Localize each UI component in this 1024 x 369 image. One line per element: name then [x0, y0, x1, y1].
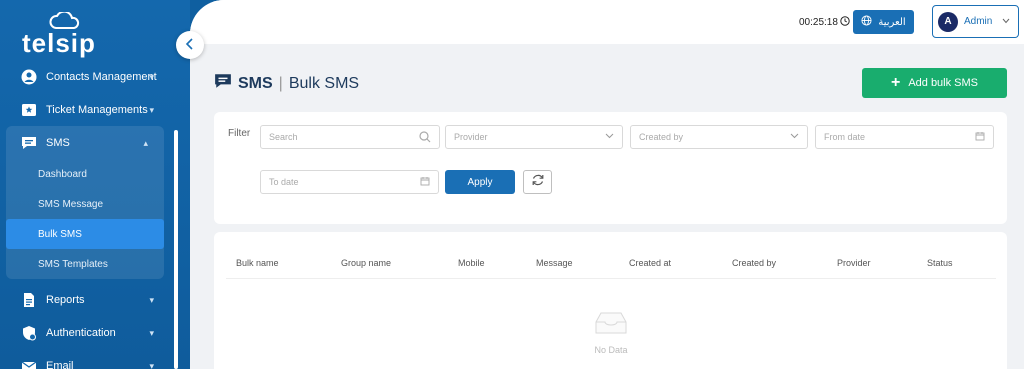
- sidebar-item-label: Email: [46, 359, 74, 369]
- report-icon: [20, 291, 38, 309]
- sidebar-item-ticket-managements[interactable]: Ticket Managements ▾: [0, 93, 170, 126]
- ticket-icon: [20, 101, 38, 119]
- sms-title-icon: [214, 72, 232, 95]
- user-icon: [20, 68, 38, 86]
- user-menu-button[interactable]: A Admin: [932, 5, 1019, 38]
- empty-text: No Data: [594, 345, 628, 355]
- add-button-label: Add bulk SMS: [908, 77, 979, 89]
- to-date-input[interactable]: To date: [260, 170, 439, 194]
- sidebar-subitem-sms-message[interactable]: SMS Message: [6, 189, 164, 219]
- sidebar-scrollbar[interactable]: [174, 130, 178, 369]
- calendar-icon: [420, 176, 430, 189]
- column-header[interactable]: Status: [927, 258, 953, 268]
- sidebar-nav: Contacts Management ▾ Ticket Managements…: [0, 60, 170, 369]
- sidebar-item-email[interactable]: Email ▾: [0, 349, 170, 369]
- collapse-sidebar-button[interactable]: [176, 31, 204, 59]
- language-label: العربية: [878, 16, 906, 28]
- column-header[interactable]: Group name: [341, 258, 391, 268]
- sidebar-item-sms[interactable]: SMS ▴: [6, 126, 164, 159]
- chevron-down-icon: ▾: [149, 361, 154, 369]
- email-icon: [20, 357, 38, 369]
- provider-placeholder: Provider: [454, 132, 488, 142]
- main-content: 00:25:18 العربية A Admin SMS | Bulk SMS …: [190, 0, 1024, 369]
- refresh-button[interactable]: [523, 170, 552, 194]
- search-placeholder: Search: [269, 132, 298, 142]
- user-name: Admin: [964, 16, 993, 27]
- refresh-icon: [531, 173, 545, 192]
- clock-icon: [840, 16, 850, 29]
- column-header[interactable]: Mobile: [458, 258, 485, 268]
- empty-state: No Data: [581, 310, 641, 355]
- created-by-select[interactable]: Created by: [630, 125, 808, 149]
- to-date-placeholder: To date: [269, 177, 299, 187]
- logo-text: telsip: [22, 28, 96, 58]
- page-title-sub: Bulk SMS: [288, 74, 360, 92]
- column-header[interactable]: Provider: [837, 258, 871, 268]
- language-button[interactable]: العربية: [853, 10, 914, 34]
- avatar: A: [938, 11, 958, 32]
- top-bar: 00:25:18 العربية A Admin: [190, 0, 1024, 44]
- empty-inbox-icon: [592, 312, 630, 340]
- chevron-down-icon: ▾: [149, 72, 154, 82]
- chevron-up-icon: ▴: [143, 138, 148, 148]
- title-separator: |: [278, 74, 283, 92]
- chevron-down-icon: [605, 131, 614, 142]
- chevron-down-icon: ▾: [149, 295, 154, 305]
- column-header[interactable]: Created by: [732, 258, 776, 268]
- sidebar-subitem-bulk-sms[interactable]: Bulk SMS: [6, 219, 164, 249]
- sidebar-item-label: Authentication: [46, 326, 116, 339]
- sidebar-item-reports[interactable]: Reports ▾: [0, 283, 170, 316]
- apply-button[interactable]: Apply: [445, 170, 515, 194]
- search-icon: [419, 131, 431, 146]
- clock-time: 00:25:18: [799, 17, 838, 28]
- sms-icon: [20, 134, 38, 152]
- sidebar-item-label: Contacts Management: [46, 70, 157, 83]
- globe-icon: [861, 15, 872, 29]
- sidebar-item-label: SMS: [46, 136, 70, 149]
- table-card: Bulk name Group name Mobile Message Crea…: [214, 232, 1007, 369]
- sidebar: telsip Contacts Management ▾ Ticket Mana…: [0, 0, 190, 369]
- provider-select[interactable]: Provider: [445, 125, 623, 149]
- chevron-down-icon: [1002, 17, 1010, 26]
- chevron-left-icon: [185, 37, 195, 53]
- chevron-down-icon: [790, 131, 799, 142]
- plus-icon: +: [890, 74, 901, 91]
- sidebar-item-label: Ticket Managements: [46, 103, 148, 116]
- calendar-icon: [975, 131, 985, 144]
- search-input[interactable]: Search: [260, 125, 440, 149]
- from-date-input[interactable]: From date: [815, 125, 994, 149]
- clock: 00:25:18: [799, 16, 850, 29]
- filter-card: Filter Search Provider Created by From d…: [214, 112, 1007, 224]
- sidebar-group-sms: SMS ▴ Dashboard SMS Message Bulk SMS SMS…: [6, 126, 164, 279]
- page-title: SMS | Bulk SMS: [214, 72, 359, 95]
- sidebar-item-authentication[interactable]: Authentication ▾: [0, 316, 170, 349]
- created-by-placeholder: Created by: [639, 132, 684, 142]
- add-bulk-sms-button[interactable]: + Add bulk SMS: [862, 68, 1007, 98]
- table-header: Bulk name Group name Mobile Message Crea…: [226, 252, 996, 279]
- sidebar-item-contacts-management[interactable]: Contacts Management ▾: [0, 60, 170, 93]
- chevron-down-icon: ▾: [149, 328, 154, 338]
- page-title-main: SMS: [238, 74, 273, 92]
- column-header[interactable]: Message: [536, 258, 573, 268]
- logo: telsip: [22, 12, 102, 58]
- shield-icon: [20, 324, 38, 342]
- chevron-down-icon: ▾: [149, 105, 154, 115]
- sidebar-item-label: Reports: [46, 293, 85, 306]
- from-date-placeholder: From date: [824, 132, 866, 142]
- column-header[interactable]: Bulk name: [236, 258, 279, 268]
- sidebar-subitem-dashboard[interactable]: Dashboard: [6, 159, 164, 189]
- column-header[interactable]: Created at: [629, 258, 671, 268]
- sidebar-subitem-sms-templates[interactable]: SMS Templates: [6, 249, 164, 279]
- filter-label: Filter: [228, 128, 251, 139]
